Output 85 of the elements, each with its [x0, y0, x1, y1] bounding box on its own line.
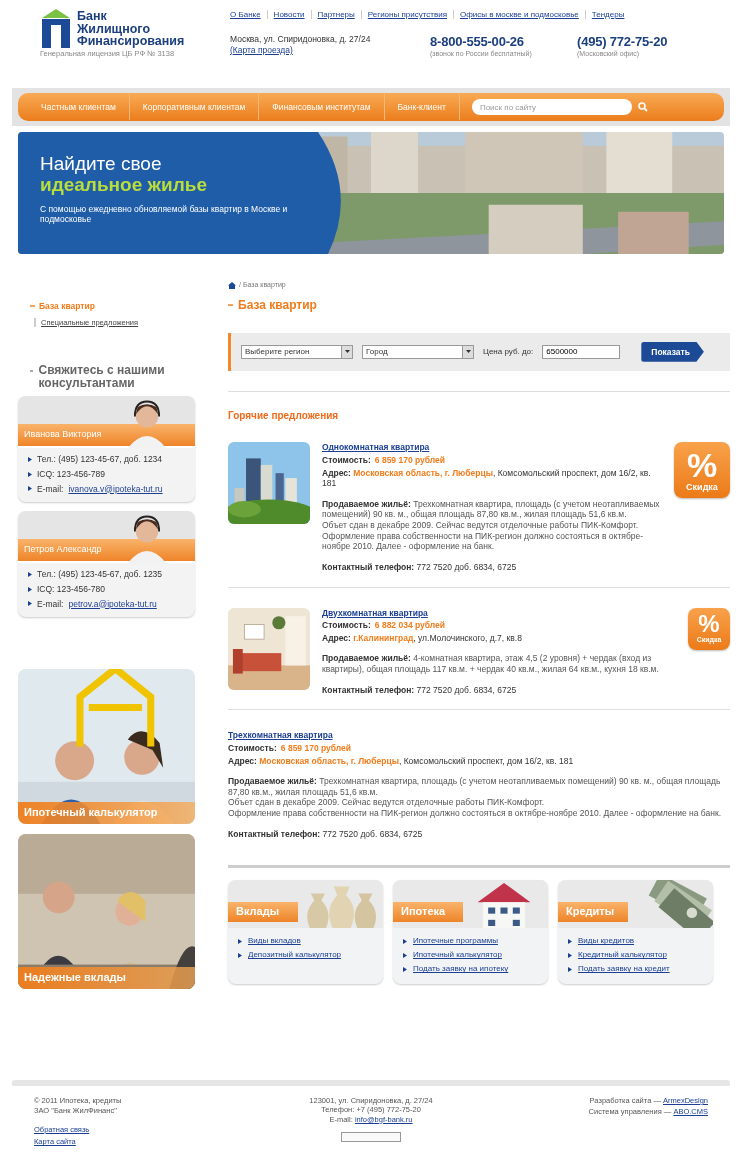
top-link[interactable]: Регионы присутствия: [367, 10, 447, 20]
banner-title: идеальное жилье: [40, 174, 209, 196]
home-icon[interactable]: [228, 281, 236, 289]
bullet-icon: [28, 586, 32, 592]
bullet-icon: [403, 966, 407, 972]
search-field[interactable]: Поиск по сайту: [471, 99, 632, 115]
listing-title-link[interactable]: Двухкомнатная квартира: [322, 607, 676, 619]
region-dropdown[interactable]: Выберите регион: [241, 344, 353, 359]
bullet-icon: [28, 471, 32, 477]
price-field-label: Цена руб. до:: [483, 346, 534, 357]
dash-icon: [228, 304, 233, 307]
email-link[interactable]: ivanova.v@ipoteka-tut.ru: [68, 483, 163, 495]
contact-text: ICQ: 123-456-780: [37, 583, 106, 595]
banner-subtitle: С помощью ежедневно обновляемой базы квартир в Москве и подмосковье: [40, 203, 289, 226]
contact-phone-text: Контактный телефон: 772 7520 доб. 6834, 6725: [228, 828, 424, 840]
contact-text: Тел.: (495) 123-45-67, доб. 1235: [37, 569, 163, 580]
description-text: Оформление права собственности на ПИК-регион должно состояться в октябре-ноябре 2010. Далее - оформление на банк.: [322, 530, 645, 552]
bullet-icon: [28, 457, 32, 463]
logo-icon: [40, 8, 72, 48]
address-text: Адрес: Московская область, г. Люберцы, Комсомольский проспект, дом 16/2, кв. 181: [322, 467, 652, 489]
service-link[interactable]: Ипотечные программы: [413, 936, 498, 947]
price-label: Стоимость:: [228, 742, 277, 754]
bullet-icon: [28, 486, 32, 492]
description-text: Оформление права собственности на ПИК-регион должно состояться в октябре-ноябре 2010. Далее - оформление на банк.: [228, 808, 723, 819]
description-text: Объет сдан в декабре 2009. Сейчас ведутся отделочные работы ПИК-Комфорт.: [228, 797, 546, 808]
show-button[interactable]: Показать: [641, 341, 704, 362]
service-link[interactable]: Ипотечный калькулятор: [413, 950, 502, 961]
top-link[interactable]: Тендеры: [591, 10, 625, 20]
dash-icon: [30, 370, 34, 372]
dash-icon: [30, 305, 35, 308]
email-label: E-mail:: [37, 483, 64, 495]
price-label: Стоимость:: [322, 620, 371, 631]
listing-title-link[interactable]: Однокомнатная квартира: [322, 442, 662, 453]
city-dropdown[interactable]: Город: [362, 344, 474, 359]
banner-title: Найдите свое: [40, 154, 163, 175]
bank-name: Банк Жилищного Финансирования: [77, 10, 185, 48]
price-value: 6 859 170 рублей: [374, 454, 446, 466]
section-heading: Свяжитесь с нашими консультантами: [38, 364, 166, 391]
description-text: Продаваемое жильё: Трехкомнатная квартира, площадь (с учетом неотапливаемых помещений) 90 кв. м., общая площадь 87,80 кв.м., жилая площадь 51,6 кв.м.: [228, 776, 722, 798]
email-link[interactable]: petrov.a@ipoteka-tut.ru: [68, 598, 157, 610]
phone-number: 8-800-555-00-26: [430, 34, 525, 50]
address-text: Москва, ул. Спиридоновка, д. 27/24: [230, 34, 372, 45]
email-label: E-mail:: [37, 598, 64, 610]
bullet-icon: [238, 938, 242, 944]
description-text: Продаваемое жильё: Трехкомнатная квартира, площадь (с учетом неотапливаемых помещений) 90 кв. м., общая площадь 87,80 кв.м., жилая площадь 51,6 кв.м.: [322, 498, 661, 520]
description-text: Продаваемое жильё: 4-комнатная квартира, этаж 4,5 (2 уровня) + чердак (вход из квартиры), общая площадь 117 кв.м. + чердак 40 кв.м., жилая 64 кв.м., кухня 18 кв.м.: [322, 653, 660, 675]
service-title: Вклады: [228, 902, 298, 923]
price-value: 6 882 034 рублей: [374, 620, 446, 631]
contact-text: Тел.: (495) 123-45-67, доб. 1234: [37, 454, 163, 465]
top-link[interactable]: О Банке: [230, 10, 261, 20]
bullet-icon: [403, 952, 407, 958]
price-label: Стоимость:: [322, 454, 371, 466]
top-link[interactable]: Партнеры: [317, 10, 355, 20]
description-text: Объет сдан в декабре 2009. Сейчас ведутся отделочные работы ПИК-Комфорт.: [322, 520, 640, 531]
contact-text: ICQ: 123-456-789: [37, 469, 106, 480]
service-link[interactable]: Подать заявку на ипотеку: [413, 964, 509, 975]
contact-phone-text: Контактный телефон: 772 7520 доб. 6834, 6725: [322, 684, 518, 696]
contact-phone-text: Контактный телефон: 772 7520 доб. 6834, 6725: [322, 561, 518, 573]
page-title: База квартир: [238, 297, 317, 313]
listing-title-link[interactable]: Трехкомнатная квартира: [228, 730, 730, 741]
bullet-icon: [568, 952, 572, 958]
address-text: Адрес: Московская область, г. Люберцы, Комсомольский проспект, дом 16/2, кв. 181: [228, 755, 575, 767]
map-link[interactable]: (Карта проезда): [230, 44, 293, 55]
service-title: Ипотека: [393, 902, 463, 923]
bullet-icon: [28, 601, 32, 607]
service-title: Кредиты: [558, 902, 628, 923]
price-field[interactable]: 6500000: [542, 344, 621, 359]
bullet-icon: [568, 966, 572, 972]
service-link[interactable]: Депозитный калькулятор: [248, 950, 342, 961]
discount-badge: % Скидка: [674, 442, 730, 499]
top-link[interactable]: Новости: [273, 10, 305, 20]
service-link[interactable]: Подать заявку на кредит: [578, 964, 670, 975]
bullet-icon: [28, 572, 32, 578]
section-heading: Горячие предложения: [228, 409, 340, 423]
counter-icon: [341, 1132, 401, 1143]
bullet-icon: [403, 938, 407, 944]
phone-number: (495) 772-75-20: [577, 34, 669, 50]
service-link[interactable]: Кредитный калькулятор: [578, 950, 667, 961]
service-link[interactable]: Виды кредитов: [578, 936, 635, 947]
price-value: 6 859 170 рублей: [280, 742, 352, 754]
top-link[interactable]: Офисы в москве и подмосковье: [460, 10, 579, 20]
bullet-icon: [568, 938, 572, 944]
bullet-icon: [238, 952, 242, 958]
service-link[interactable]: Виды вкладов: [248, 936, 301, 947]
address-text: Адрес: г.Калининград, ул.Молочинского, д.7, кв.8: [322, 632, 523, 644]
